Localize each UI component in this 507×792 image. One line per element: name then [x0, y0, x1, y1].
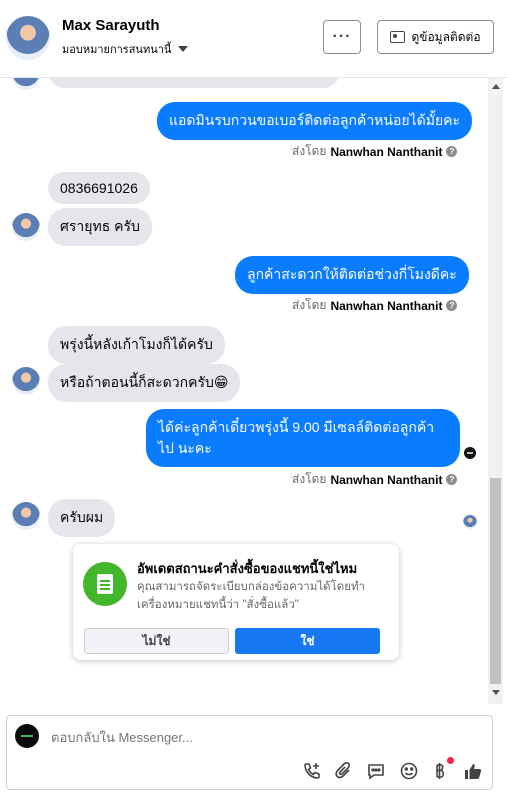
view-contact-info-label: ดูข้อมูลติดต่อ [411, 29, 481, 44]
sent-by-prefix: ส่งโดย [292, 144, 327, 158]
reply-input[interactable] [51, 730, 351, 745]
message-bubble-incoming: 0836691026 [48, 172, 150, 204]
order-status-yes-button[interactable]: ใช่ [235, 628, 380, 654]
contact-avatar-small [12, 78, 40, 90]
scrollbar-thumb[interactable] [490, 478, 501, 684]
sent-by-name: Nanwhan Nanthanit [330, 472, 443, 487]
message-bubble-incoming: หรือถ้าตอนนี้ก็สะดวกครับ😁 [48, 364, 241, 402]
sent-by-prefix: ส่งโดย [292, 298, 327, 312]
sent-by-info: ส่งโดย Nanwhan Nanthanit ? [292, 142, 458, 161]
sent-by-name: Nanwhan Nanthanit [330, 144, 443, 159]
message-bubble-outgoing: ลูกค้าสะดวกให้ติดต่อช่วงกี่โมงดีคะ [235, 256, 469, 294]
contact-avatar-small [12, 367, 40, 395]
message-bubble-partial [48, 78, 340, 88]
order-status-description: คุณสามารถจัดระเบียบกล่องข้อความได้โดยทำเ… [137, 581, 366, 611]
message-thread[interactable]: แอดมินรบกวนขอเบอร์ติดต่อลูกค้าหน่อยได้มั… [0, 78, 507, 704]
phone-plus-icon[interactable] [301, 760, 323, 782]
assign-label: มอบหมายการสนทนานี้ [62, 44, 172, 56]
message-bubble-incoming: ครับผม [48, 499, 116, 537]
contact-avatar-small [12, 502, 40, 530]
scroll-down-arrow-icon[interactable] [492, 690, 500, 695]
contact-avatar-small [12, 213, 40, 241]
reply-composer [6, 715, 493, 790]
message-bubble-outgoing: แอดมินรบกวนขอเบอร์ติดต่อลูกค้าหน่อยได้มั… [157, 102, 473, 140]
sent-by-name: Nanwhan Nanthanit [330, 298, 443, 313]
help-icon[interactable]: ? [446, 474, 458, 485]
help-icon[interactable]: ? [446, 146, 458, 157]
order-status-no-button[interactable]: ไม่ใช่ [84, 628, 229, 654]
sent-by-info: ส่งโดย Nanwhan Nanthanit ? [292, 470, 458, 489]
contact-card-icon [390, 31, 406, 43]
message-bubble-incoming: พรุ่งนี้หลังเก้าโมงก็ได้ครับ [48, 326, 225, 364]
sent-by-info: ส่งโดย Nanwhan Nanthanit ? [292, 296, 458, 315]
assign-conversation-dropdown[interactable]: มอบหมายการสนทนานี้ [62, 40, 189, 58]
saved-reply-icon[interactable] [365, 760, 387, 782]
conversation-header: Max Sarayuth มอบหมายการสนทนานี้ ··· ดูข้… [0, 0, 507, 78]
contact-name[interactable]: Max Sarayuth [62, 17, 160, 34]
sent-by-prefix: ส่งโดย [292, 472, 327, 486]
caret-down-icon [178, 46, 189, 52]
contact-avatar[interactable] [6, 16, 50, 60]
view-contact-info-button[interactable]: ดูข้อมูลติดต่อ [377, 20, 494, 54]
order-status-title: อัพเดตสถานะคำสั่งซื้อของแชทนี้ใช่ไหม [137, 561, 358, 576]
thread-scrollbar[interactable] [488, 78, 503, 704]
read-receipt-avatar [463, 515, 477, 529]
page-avatar [15, 724, 39, 748]
emoji-icon[interactable] [398, 760, 420, 782]
notification-dot [447, 757, 454, 764]
thumbs-up-icon[interactable] [462, 760, 484, 782]
order-status-card: อัพเดตสถานะคำสั่งซื้อของแชทนี้ใช่ไหม คุณ… [73, 544, 399, 660]
attachment-icon[interactable] [333, 760, 355, 782]
message-bubble-incoming: ศรายุทธ ครับ [48, 208, 152, 246]
message-bubble-outgoing: ได้ค่ะลูกค้าเดี๋ยวพรุ่งนี้ 9.00 มีเซลล์ต… [146, 409, 460, 467]
scroll-up-arrow-icon[interactable] [492, 84, 500, 89]
help-icon[interactable]: ? [446, 300, 458, 311]
seen-indicator-icon [464, 447, 476, 459]
order-document-icon [83, 562, 127, 606]
more-options-button[interactable]: ··· [323, 20, 361, 54]
